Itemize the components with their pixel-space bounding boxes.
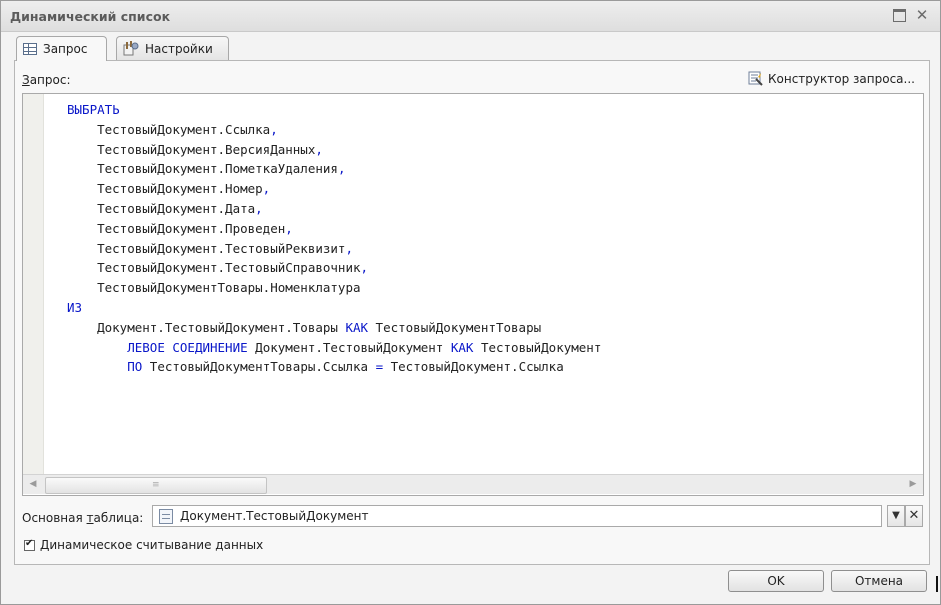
code-line: ТестовыйДокумент.Ссылка, [67, 120, 601, 140]
main-table-dropdown-button[interactable]: ▼ [887, 505, 905, 527]
query-constructor-button[interactable]: Конструктор запроса... [748, 71, 915, 87]
code-line: ВЫБРАТЬ [67, 100, 601, 120]
code-token: Документ.ТестовыйДокумент.Товары [67, 319, 346, 335]
code-token: = [375, 359, 384, 375]
code-token: , [255, 200, 263, 216]
code-token: , [315, 141, 323, 157]
code-line: ЛЕВОЕ СОЕДИНЕНИЕ Документ.ТестовыйДокуме… [67, 338, 601, 358]
code-token: ТестовыйДокумент.ТестовыйСправочник [67, 260, 361, 276]
code-token: ТестовыйДокумент.Дата [67, 200, 256, 216]
code-keyword: ЛЕВОЕ СОЕДИНЕНИЕ [127, 339, 248, 355]
query-constructor-icon [748, 71, 763, 86]
window-title: Динамический список [10, 9, 171, 24]
code-token: , [270, 121, 278, 137]
code-token: ТестовыйДокументТовары.Номенклатура [67, 280, 361, 296]
tab-query-label: Запрос [43, 42, 88, 56]
code-token: ТестовыйДокументТовары.Ссылка [142, 359, 376, 375]
main-table-field[interactable]: Документ.ТестовыйДокумент [152, 505, 882, 527]
grip-icon: ≡ [152, 480, 160, 490]
code-keyword: ИЗ [67, 299, 83, 315]
code-token: ТестовыйДокумент.Ссылка [383, 359, 564, 375]
code-keyword: ПО [127, 359, 143, 375]
code-line: ТестовыйДокумент.ВерсияДанных, [67, 140, 601, 160]
tab-query[interactable]: Запрос [16, 36, 107, 61]
code-keyword: КАК [345, 319, 369, 335]
code-line: Документ.ТестовыйДокумент.Товары КАК Тес… [67, 318, 601, 338]
main-table-value: Документ.ТестовыйДокумент [180, 509, 369, 523]
main-table-label: Основная таблица: [22, 511, 144, 525]
query-code[interactable]: ВЫБРАТЬ ТестовыйДокумент.Ссылка, Тестовы… [67, 100, 601, 377]
code-line: ТестовыйДокумент.ТестовыйСправочник, [67, 258, 601, 278]
code-token: , [360, 260, 369, 276]
code-line: ИЗ [67, 298, 601, 318]
code-line: ТестовыйДокумент.ПометкаУдаления, [67, 159, 601, 179]
settings-icon [123, 40, 139, 55]
tab-settings[interactable]: Настройки [116, 36, 229, 60]
horizontal-scrollbar[interactable]: ◀ ≡ ▶ [23, 474, 923, 494]
tab-settings-label: Настройки [145, 41, 213, 56]
dynamic-read-label: Динамическое считывание данных [40, 538, 264, 552]
document-icon [159, 508, 173, 524]
ok-button[interactable]: OK [728, 570, 824, 592]
dynamic-read-checkbox[interactable] [24, 538, 35, 551]
query-label: Запрос: [22, 73, 71, 87]
code-line: ТестовыйДокумент.Дата, [67, 199, 601, 219]
code-token: ТестовыйДокументТовары [368, 319, 542, 335]
main-table-clear-button[interactable]: ✕ [905, 505, 923, 527]
code-token: ТестовыйДокумент.Проведен [67, 220, 286, 236]
query-text-editor[interactable]: ВЫБРАТЬ ТестовыйДокумент.Ссылка, Тестовы… [22, 93, 924, 496]
scroll-right-icon[interactable]: ▶ [903, 475, 923, 494]
code-token: ТестовыйДокумент.ВерсияДанных [67, 141, 316, 157]
code-keyword: ВЫБРАТЬ [67, 102, 120, 117]
cancel-button[interactable]: Отмена [831, 570, 927, 592]
code-line: ТестовыйДокумент.Проведен, [67, 219, 601, 239]
code-token: ТестовыйДокумент.ТестовыйРеквизит [67, 240, 346, 256]
code-keyword: КАК [450, 339, 474, 355]
scroll-left-icon[interactable]: ◀ [23, 475, 43, 494]
dialog-window: Динамический список ✕ Запрос Настройки З… [0, 0, 941, 605]
code-token: , [337, 161, 346, 177]
code-token: , [262, 181, 271, 197]
code-token: ТестовыйДокумент.ПометкаУдаления [67, 161, 338, 177]
code-token: , [285, 220, 293, 236]
code-line: ТестовыйДокумент.ТестовыйРеквизит, [67, 239, 601, 259]
close-icon[interactable]: ✕ [914, 7, 930, 23]
code-line: ТестовыйДокументТовары.Номенклатура [67, 278, 601, 298]
code-line: ТестовыйДокумент.Номер, [67, 179, 601, 199]
code-line: ПО ТестовыйДокументТовары.Ссылка = Тесто… [67, 357, 601, 377]
scrollbar-thumb[interactable]: ≡ [45, 477, 267, 494]
code-token: ТестовыйДокумент [473, 339, 602, 355]
maximize-icon[interactable] [891, 7, 907, 23]
editor-gutter [23, 94, 44, 474]
code-token: Документ.ТестовыйДокумент [247, 339, 451, 355]
query-constructor-label: Конструктор запроса... [768, 72, 915, 86]
code-token: ТестовыйДокумент.Номер [67, 181, 263, 197]
text-cursor [936, 576, 938, 592]
code-token: ТестовыйДокумент.Ссылка [67, 121, 271, 137]
table-icon [23, 43, 37, 55]
title-bar: Динамический список ✕ [1, 1, 940, 32]
code-token: , [345, 240, 353, 256]
dynamic-read-option[interactable]: Динамическое считывание данных [24, 538, 263, 552]
